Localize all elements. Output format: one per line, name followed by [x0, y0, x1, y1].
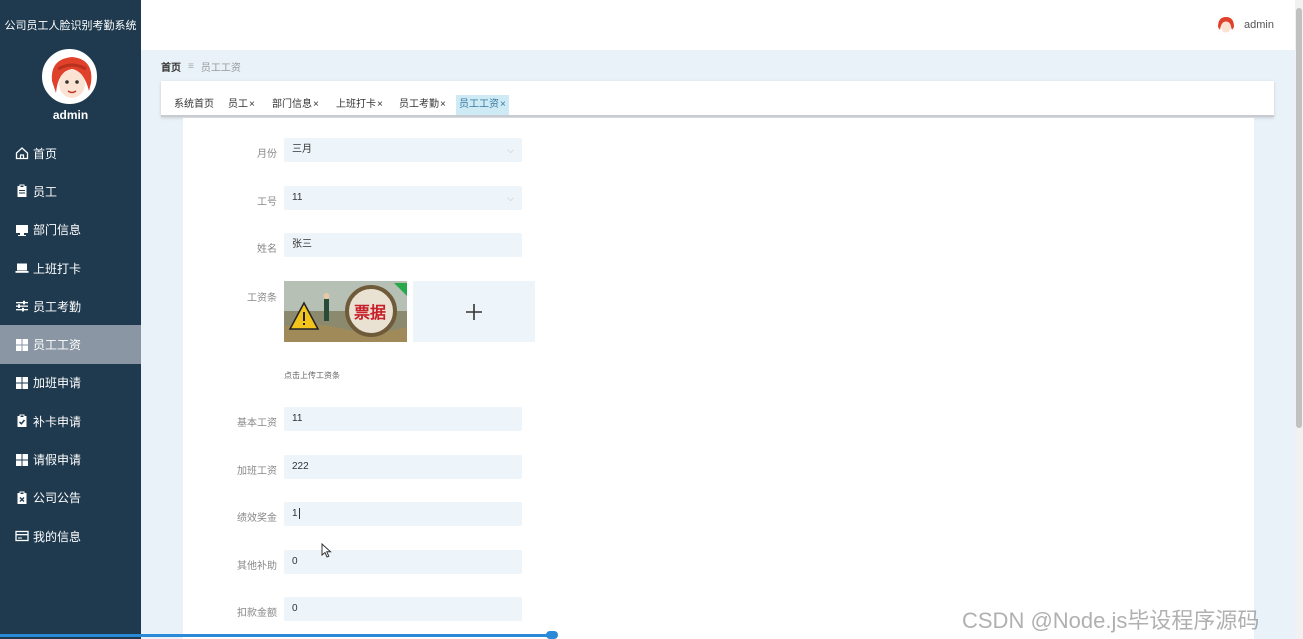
- progress-handle[interactable]: [546, 631, 558, 639]
- chevron-down-icon: ⌵: [507, 193, 514, 203]
- sidebar-item-label: 员工: [33, 184, 58, 199]
- tab-label: 上班打卡: [336, 99, 376, 110]
- grid-icon: [16, 338, 28, 351]
- sidebar-item-my-info[interactable]: 我的信息: [0, 517, 141, 555]
- sidebar-username: admin: [52, 108, 89, 122]
- employee-no-select[interactable]: 11 ⌵: [284, 186, 522, 210]
- tab-label: 员工: [228, 99, 248, 110]
- deduction-label: 扣款金额: [237, 608, 277, 619]
- sidebar-item-clock-in[interactable]: 上班打卡: [0, 249, 141, 287]
- sidebar-item-attendance[interactable]: 员工考勤: [0, 287, 141, 325]
- card-icon: [15, 530, 29, 542]
- watermark: CSDN @Node.js毕设程序源码: [962, 608, 1260, 633]
- performance-bonus-label: 绩效奖金: [237, 513, 277, 524]
- tab-label: 员工工资: [459, 99, 499, 110]
- sidebar: 公司员工人脸识别考勤系统 admin 首页 员工 部门信息 上班打卡 员工考勤 …: [0, 0, 141, 639]
- header-username: admin: [1244, 19, 1274, 31]
- employee-no-value: 11: [292, 192, 303, 203]
- clipboard-x-icon: [17, 491, 27, 504]
- page-scrollbar[interactable]: [1295, 0, 1303, 639]
- other-allowance-label: 其他补助: [237, 561, 277, 572]
- breadcrumb-home[interactable]: 首页: [161, 59, 181, 74]
- close-icon[interactable]: ×: [500, 99, 506, 110]
- sidebar-item-department[interactable]: 部门信息: [0, 211, 141, 249]
- sidebar-item-announcement[interactable]: 公司公告: [0, 479, 141, 517]
- base-salary-input[interactable]: 11: [284, 407, 522, 431]
- tab-attendance[interactable]: 员工考勤×: [396, 95, 449, 115]
- name-label: 姓名: [257, 244, 277, 255]
- breadcrumb-separator-icon: ≡: [188, 61, 194, 72]
- tab-salary[interactable]: 员工工资×: [456, 95, 509, 115]
- monitor-icon: [16, 224, 28, 236]
- sidebar-menu: 首页 员工 部门信息 上班打卡 员工考勤 员工工资 加班申请 补卡申请 请假申请…: [0, 134, 141, 555]
- overtime-pay-label: 加班工资: [237, 466, 277, 477]
- performance-bonus-input[interactable]: 1: [284, 502, 522, 526]
- avatar[interactable]: [42, 49, 97, 104]
- month-label: 月份: [257, 149, 277, 160]
- payslip-label: 工资条: [247, 293, 277, 304]
- sidebar-item-home[interactable]: 首页: [0, 134, 141, 172]
- avatar: [1216, 15, 1237, 35]
- chevron-down-icon: ⌵: [507, 145, 514, 155]
- plus-icon: [466, 303, 482, 320]
- other-allowance-input[interactable]: 0: [284, 550, 522, 574]
- tabs-bar: 系统首页 员工× 部门信息× 上班打卡× 员工考勤× 员工工资×: [161, 81, 1274, 117]
- mouse-cursor-icon: [321, 543, 332, 558]
- performance-bonus-value: 1: [292, 508, 298, 519]
- video-progress-bar[interactable]: [0, 634, 552, 637]
- sidebar-item-leave[interactable]: 请假申请: [0, 440, 141, 478]
- close-icon[interactable]: ×: [440, 99, 446, 110]
- sidebar-item-label: 部门信息: [33, 223, 82, 238]
- grid-icon: [16, 376, 28, 389]
- overtime-pay-input[interactable]: 222: [284, 455, 522, 479]
- sliders-icon: [16, 301, 28, 312]
- tab-clock-in[interactable]: 上班打卡×: [333, 95, 386, 115]
- month-select[interactable]: 三月 ⌵: [284, 138, 522, 162]
- text-caret: [298, 507, 300, 519]
- add-image-button[interactable]: [413, 281, 535, 342]
- home-icon: [15, 147, 29, 160]
- sidebar-item-label: 首页: [33, 146, 58, 161]
- grid-icon: [16, 453, 28, 466]
- payslip-image-text: 票据: [354, 303, 386, 322]
- tab-home[interactable]: 系统首页: [171, 95, 217, 115]
- close-icon[interactable]: ×: [313, 99, 319, 110]
- sidebar-item-label: 上班打卡: [33, 261, 82, 276]
- sidebar-item-card-reissue[interactable]: 补卡申请: [0, 402, 141, 440]
- employee-no-label: 工号: [257, 197, 277, 208]
- sidebar-item-label: 加班申请: [33, 376, 82, 391]
- payslip-image[interactable]: 票据: [284, 281, 407, 342]
- tab-department[interactable]: 部门信息×: [269, 95, 322, 115]
- laptop-icon: [15, 263, 29, 273]
- clipboard-check-icon: [17, 414, 27, 428]
- breadcrumb-current: 员工工资: [200, 63, 241, 74]
- sidebar-item-overtime[interactable]: 加班申请: [0, 364, 141, 402]
- clipboard-icon: [17, 184, 27, 198]
- base-salary-label: 基本工资: [237, 418, 277, 429]
- name-input[interactable]: 张三: [284, 233, 522, 257]
- sidebar-item-employees[interactable]: 员工: [0, 172, 141, 210]
- sidebar-item-label: 员工工资: [33, 338, 82, 353]
- sidebar-item-label: 公司公告: [33, 491, 82, 506]
- top-bar: admin: [141, 0, 1295, 50]
- scroll-thumb[interactable]: [1296, 8, 1302, 428]
- breadcrumb: 首页 ≡ 员工工资: [161, 59, 241, 74]
- app-title: 公司员工人脸识别考勤系统: [4, 20, 137, 32]
- sidebar-item-salary[interactable]: 员工工资: [0, 325, 141, 364]
- sidebar-item-label: 请假申请: [33, 453, 82, 468]
- upload-hint: 点击上传工资条: [284, 371, 340, 380]
- tab-label: 员工考勤: [399, 99, 439, 110]
- tab-label: 部门信息: [272, 99, 312, 110]
- deduction-input[interactable]: 0: [284, 597, 522, 621]
- tab-employees[interactable]: 员工×: [225, 95, 258, 115]
- sidebar-item-label: 我的信息: [33, 529, 82, 544]
- close-icon[interactable]: ×: [377, 99, 383, 110]
- sidebar-item-label: 员工考勤: [33, 299, 82, 314]
- tab-label: 系统首页: [174, 99, 214, 110]
- month-value: 三月: [292, 144, 312, 155]
- sidebar-item-label: 补卡申请: [33, 414, 82, 429]
- close-icon[interactable]: ×: [249, 99, 255, 110]
- user-menu[interactable]: admin: [1216, 15, 1274, 35]
